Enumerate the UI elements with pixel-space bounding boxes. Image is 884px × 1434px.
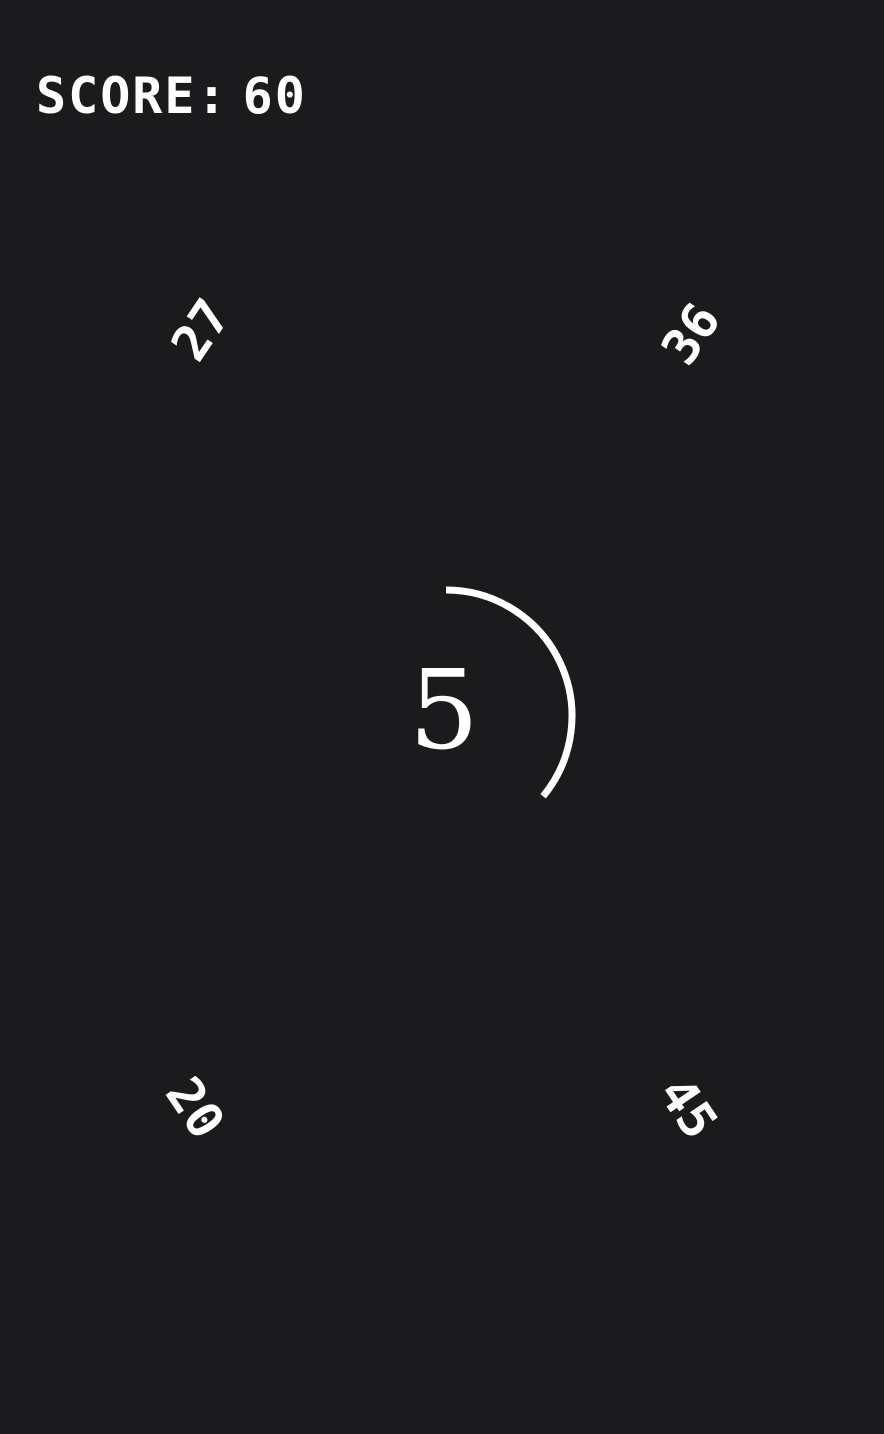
number-tile-bottom-left[interactable]: 20 <box>142 1050 248 1166</box>
number-tile-top-left[interactable]: 27 <box>148 272 254 388</box>
score-value: 60 <box>242 67 307 125</box>
game-stage: SCORE: 60 27 36 20 45 5 <box>0 0 884 1434</box>
score-label: SCORE: <box>36 67 229 125</box>
number-tile-top-right[interactable]: 36 <box>638 276 744 392</box>
score-display: SCORE: 60 <box>36 66 307 126</box>
countdown-number: 5 <box>409 646 479 774</box>
number-tile-bottom-right[interactable]: 45 <box>635 1050 741 1166</box>
